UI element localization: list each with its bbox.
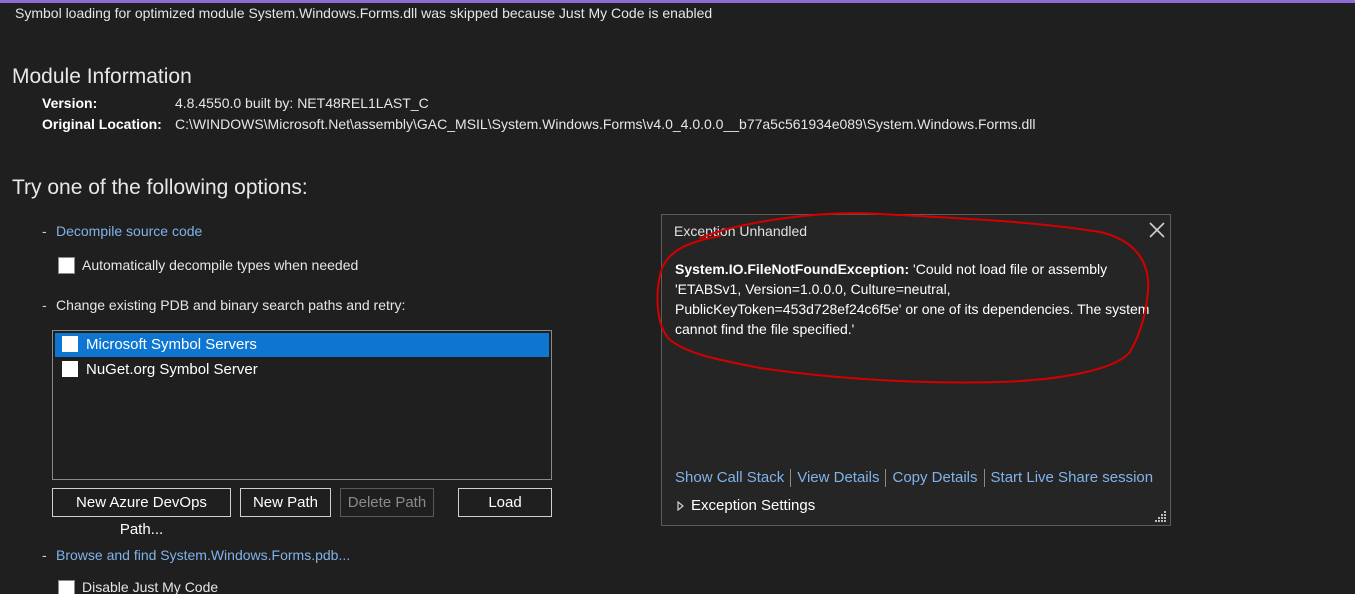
exception-type: System.IO.FileNotFoundException: — [675, 261, 910, 277]
popup-action-links: Show Call Stack View Details Copy Details S… — [675, 469, 1154, 488]
show-call-stack-link[interactable]: Show Call Stack — [675, 469, 784, 486]
module-info-heading: Module Information — [12, 65, 192, 88]
original-location-label: Original Location: — [42, 116, 162, 132]
list-item-nuget-symbol-server[interactable]: NuGet.org Symbol Server — [55, 358, 549, 382]
new-path-button[interactable]: New Path — [240, 488, 331, 517]
auto-decompile-label: Automatically decompile types when neede… — [82, 257, 359, 273]
view-details-link[interactable]: View Details — [797, 469, 879, 486]
list-item-microsoft-symbol-servers[interactable]: Microsoft Symbol Servers — [55, 333, 549, 357]
bullet-dash: - — [42, 297, 47, 313]
symbol-server-list[interactable]: Microsoft Symbol Servers NuGet.org Symbo… — [52, 330, 552, 480]
bullet-dash: - — [42, 547, 47, 563]
options-heading: Try one of the following options: — [12, 176, 308, 199]
start-live-share-link[interactable]: Start Live Share session — [991, 469, 1154, 486]
exception-message: System.IO.FileNotFoundException: 'Could … — [675, 259, 1151, 339]
disable-just-my-code-label: Disable Just My Code — [82, 579, 219, 594]
new-azure-devops-path-button[interactable]: New Azure DevOps Path... — [52, 488, 231, 538]
exception-settings-label: Exception Settings — [691, 497, 816, 514]
copy-details-link[interactable]: Copy Details — [892, 469, 977, 486]
disable-just-my-code-checkbox[interactable] — [58, 580, 75, 594]
exception-unhandled-popup: Exception Unhandled System.IO.FileNotFou… — [661, 214, 1171, 526]
delete-path-button[interactable]: Delete Path — [340, 488, 434, 517]
change-paths-text: Change existing PDB and binary search pa… — [56, 297, 406, 313]
version-label: Version: — [42, 95, 98, 111]
version-value: 4.8.4550.0 built by: NET48REL1LAST_C — [175, 95, 429, 111]
microsoft-symbol-servers-checkbox[interactable] — [62, 336, 78, 352]
window-accent-bar — [0, 0, 1355, 3]
resize-grip-icon[interactable] — [1155, 510, 1167, 522]
popup-title: Exception Unhandled — [674, 223, 808, 239]
link-separator — [885, 469, 887, 488]
list-item-label: NuGet.org Symbol Server — [86, 361, 258, 378]
list-item-label: Microsoft Symbol Servers — [86, 336, 257, 353]
original-location-value: C:\WINDOWS\Microsoft.Net\assembly\GAC_MS… — [175, 116, 1036, 132]
decompile-source-link[interactable]: Decompile source code — [56, 223, 202, 239]
browse-pdb-link[interactable]: Browse and find System.Windows.Forms.pdb… — [56, 547, 350, 563]
load-button[interactable]: Load — [458, 488, 552, 517]
bullet-dash: - — [42, 223, 47, 239]
link-separator — [790, 469, 792, 488]
nuget-symbol-server-checkbox[interactable] — [62, 361, 78, 377]
auto-decompile-checkbox[interactable] — [58, 257, 75, 274]
close-icon[interactable] — [1146, 219, 1168, 241]
link-separator — [983, 469, 985, 488]
symbol-loading-banner: Symbol loading for optimized module Syst… — [15, 5, 713, 21]
exception-settings-expander[interactable]: Exception Settings — [677, 497, 815, 514]
expand-triangle-icon — [677, 500, 684, 512]
